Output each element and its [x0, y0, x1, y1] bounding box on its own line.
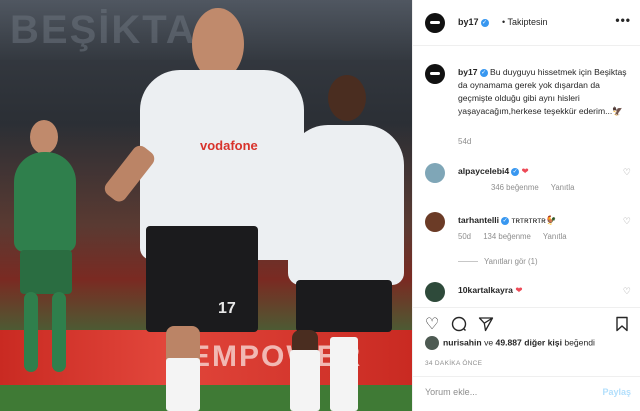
jersey-number: 17	[218, 300, 236, 317]
likes-summary: nurisahin ve 49.887 diğer kişi beğendi	[425, 336, 595, 350]
reply-button[interactable]: Yanıtla	[551, 183, 575, 192]
likes-connector: ve	[484, 337, 494, 348]
comment-icon[interactable]	[450, 316, 468, 334]
comment-meta: 346 beğenme Yanıtla	[491, 183, 584, 192]
comment-likes[interactable]: 134 beğenme	[483, 232, 531, 241]
comment-text: ❤	[515, 285, 523, 295]
heart-icon[interactable]: ♡	[423, 316, 441, 334]
caption-username[interactable]: by17	[458, 67, 478, 77]
avatar[interactable]	[425, 212, 445, 232]
comment-username[interactable]: alpaycelebi4	[458, 166, 509, 176]
comment-username[interactable]: 10kartalkayra	[458, 285, 513, 295]
comment-likes[interactable]: 346 beğenme	[491, 183, 539, 192]
caption-text: by17 ✓ Bu duyguyu hissetmek için Beşiktaş…	[458, 66, 636, 118]
share-icon[interactable]	[477, 316, 495, 334]
verified-badge-icon: ✓	[479, 68, 488, 77]
view-replies-link[interactable]: Yanıtları gör (1)	[458, 257, 538, 266]
verified-badge-icon: ✓	[511, 167, 520, 176]
comment-text: ❤	[521, 166, 529, 176]
follow-status[interactable]: • Takiptesin	[502, 17, 548, 27]
post-comment-button[interactable]: Paylaş	[602, 387, 631, 397]
comment-like-heart-icon[interactable]: ♡	[623, 286, 631, 297]
avatar[interactable]	[425, 64, 445, 84]
avatar[interactable]	[425, 163, 445, 183]
comment-like-heart-icon[interactable]: ♡	[623, 216, 631, 227]
likes-count[interactable]: 49.887 diğer kişi	[496, 337, 562, 347]
author-username[interactable]: by17 ✓	[458, 17, 489, 27]
avatar[interactable]	[425, 282, 445, 302]
avatar[interactable]	[425, 13, 445, 33]
main-player: vodafone 17	[80, 8, 310, 411]
posted-time[interactable]: 34 DAKİKA ÖNCE	[425, 360, 482, 367]
comment-input-row: Paylaş	[413, 376, 640, 411]
post-header: by17 ✓ • Takiptesin •••	[413, 0, 640, 46]
likes-suffix: beğendi	[564, 337, 595, 348]
avatar[interactable]	[425, 336, 439, 350]
comment-time[interactable]: 50d	[458, 232, 471, 241]
action-bar: ♡	[413, 307, 640, 337]
comment-text: ᴛʀᴛʀᴛʀᴛʀ🐓	[511, 215, 557, 225]
verified-badge-icon: ✓	[501, 216, 510, 225]
comment-body: 10kartalkayra ❤	[458, 285, 523, 296]
liker-username[interactable]: nurisahin	[443, 337, 482, 347]
more-options-icon[interactable]: •••	[615, 13, 631, 27]
verified-badge-icon: ✓	[480, 18, 489, 27]
post-side-panel: by17 ✓ • Takiptesin ••• by17 ✓ Bu duyguyu …	[412, 0, 640, 411]
sponsor-text: vodafone	[200, 138, 258, 153]
comment-input[interactable]	[425, 387, 585, 397]
comment-like-heart-icon[interactable]: ♡	[623, 167, 631, 178]
post-photo[interactable]: BEŞİKTAŞ EMPOWER 97 vodafone 17	[0, 0, 412, 411]
comment-body: alpaycelebi4 ✓ ❤	[458, 166, 529, 177]
comment-meta: 50d 134 beğenme Yanıtla	[458, 232, 577, 241]
comment-username[interactable]: tarhantelli	[458, 215, 499, 225]
comment-body: tarhantelli ✓ ᴛʀᴛʀᴛʀᴛʀ🐓	[458, 215, 557, 226]
reply-button[interactable]: Yanıtla	[543, 232, 567, 241]
bookmark-icon[interactable]	[613, 316, 631, 334]
caption-time[interactable]: 54d	[458, 137, 471, 146]
